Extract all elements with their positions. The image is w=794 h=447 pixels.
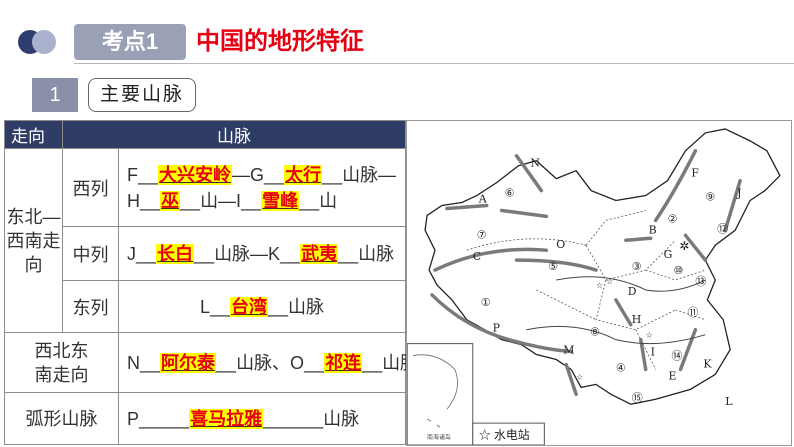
map-number: ⑬ xyxy=(695,275,706,288)
map-number: ⑦ xyxy=(477,228,487,241)
inset-label: 南海诸岛 xyxy=(427,433,451,441)
map-number: ⑭ xyxy=(672,350,683,363)
answer-text: 台湾 xyxy=(230,296,268,317)
map-label: L xyxy=(725,395,732,408)
map-label: N xyxy=(530,157,540,170)
row-east-content: L__台湾__山脉 xyxy=(118,280,406,333)
province-borders xyxy=(466,210,706,370)
map-label: H xyxy=(632,313,642,326)
row-west-content: F__大兴安岭—G__太行__山脉— H__巫__山—I__雪峰__山 xyxy=(118,148,406,227)
group-ne-sw: 东北—西南走向 xyxy=(4,148,63,333)
answer-text: 大兴安岭 xyxy=(158,164,233,185)
row-middle-content: J__长白__山脉—K__武夷__山脉 xyxy=(118,226,406,281)
map-label: I xyxy=(651,346,655,359)
table-row: 西北东南走向 N__阿尔泰__山脉、O__祁连__山脉 xyxy=(4,332,418,393)
hydropower-star-icon: ☆ xyxy=(576,372,583,381)
sub-label-east: 东列 xyxy=(62,280,119,333)
decor-dots xyxy=(18,30,62,54)
hydropower-star-icon: ☆ xyxy=(646,331,653,340)
answer-text: 祁连 xyxy=(324,352,363,373)
map-number: ⑫ xyxy=(717,222,728,235)
map-label: G xyxy=(664,248,673,261)
range-H xyxy=(614,298,633,327)
row-nw-content: N__阿尔泰__山脉、O__祁连__山脉 xyxy=(118,332,418,393)
answer-text: 阿尔泰 xyxy=(160,352,217,373)
map-number-labels: ⑥ ⑦ ⑤ ① ② ⑨ ⑫ ③ ⑩ ⑬ ⑪ ⑧ ④ ⑭ ⑮ xyxy=(477,187,729,405)
map-label: F xyxy=(691,167,699,180)
range-K xyxy=(678,327,698,372)
range-I xyxy=(639,337,648,372)
mountains-table: 走向 山脉 东北—西南走向 西列 F__大兴安岭—G__太行__山脉— H__巫… xyxy=(4,120,418,445)
topic-badge: 考点1 xyxy=(74,24,186,60)
map-number: ③ xyxy=(632,260,642,273)
answer-text: 太行 xyxy=(284,164,323,185)
answer-text: 巫 xyxy=(160,190,181,211)
decor-dot-light xyxy=(32,30,56,54)
table-row: 东列 L__台湾__山脉 xyxy=(5,280,406,333)
answer-text: 雪峰 xyxy=(261,190,300,211)
map-label: K xyxy=(703,357,712,370)
map-label: C xyxy=(473,250,481,263)
range-B xyxy=(624,236,653,243)
map-number: ④ xyxy=(616,361,626,374)
map-label: J xyxy=(736,187,741,200)
page-title: 中国的地形特征 xyxy=(196,28,364,55)
map-number: ⑪ xyxy=(687,306,698,319)
south-sea-inset: 南海诸岛 xyxy=(407,343,474,445)
map-number: ⑧ xyxy=(590,326,600,339)
row-arc-content: P_____喜马拉雅______山脉 xyxy=(118,392,406,445)
table-row: 中列 J__长白__山脉—K__武夷__山脉 xyxy=(5,226,406,281)
table-header-row: 走向 山脉 xyxy=(4,120,406,149)
sub-label-middle: 中列 xyxy=(62,226,119,281)
hydropower-star-icon: ☆ xyxy=(596,281,603,290)
map-label: A xyxy=(478,192,487,205)
map-number: ⑮ xyxy=(632,391,643,404)
map-label: O xyxy=(556,238,565,251)
answer-text: 喜马拉雅 xyxy=(189,408,264,429)
map-number: ① xyxy=(481,296,491,309)
rivers xyxy=(526,276,706,345)
answer-text: 长白 xyxy=(156,243,195,264)
group-arc: 弧形山脉 xyxy=(4,392,119,445)
map-number: ⑥ xyxy=(505,187,515,200)
section-number: 1 xyxy=(32,78,78,112)
river-yangtze xyxy=(526,325,706,345)
answer-text: 武夷 xyxy=(300,243,339,264)
china-terrain-map: N A C P O B F J G D H M I E K L ⑥ ⑦ ⑤ ① … xyxy=(406,120,792,446)
map-number: ⑤ xyxy=(548,260,558,273)
china-outline xyxy=(424,128,781,405)
col-header-mountains: 山脉 xyxy=(62,120,406,149)
table-row: 东北—西南走向 西列 F__大兴安岭—G__太行__山脉— H__巫__山—I_… xyxy=(4,148,406,333)
group-nw-se: 西北东南走向 xyxy=(4,332,119,393)
map-legend: ☆ 水电站 xyxy=(472,422,545,445)
sub-label-west: 西列 xyxy=(62,148,119,227)
map-label: P xyxy=(493,322,500,335)
header-divider xyxy=(74,63,794,64)
hydropower-star-icon: ☆ xyxy=(606,277,613,286)
legend-text: ☆ 水电站 xyxy=(479,428,530,442)
map-svg: N A C P O B F J G D H M I E K L ⑥ ⑦ ⑤ ① … xyxy=(407,128,781,445)
map-label: D xyxy=(628,285,637,298)
col-header-direction: 走向 xyxy=(4,120,63,149)
capital-star-icon: ✲ xyxy=(680,239,690,253)
table-row: 弧形山脉 P_____喜马拉雅______山脉 xyxy=(4,392,406,445)
range-A xyxy=(445,203,549,219)
map-number: ⑩ xyxy=(674,264,684,277)
map-label: E xyxy=(669,369,677,382)
map-label: M xyxy=(563,344,574,357)
range-F xyxy=(653,149,698,223)
map-label: B xyxy=(649,223,657,236)
map-number: ⑨ xyxy=(705,191,715,204)
range-P xyxy=(430,293,573,354)
section-title: 主要山脉 xyxy=(88,78,196,112)
mountain-ranges xyxy=(430,149,742,397)
map-number: ② xyxy=(668,212,678,225)
